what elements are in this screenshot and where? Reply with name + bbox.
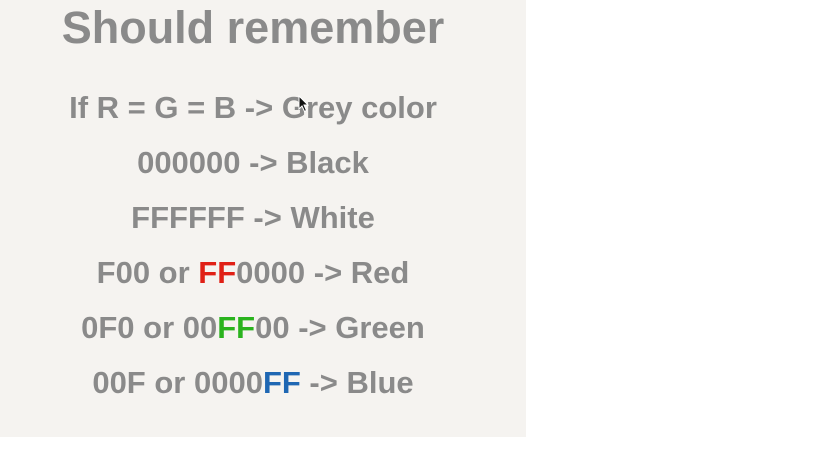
rule-blue-suffix: -> Blue: [300, 365, 414, 400]
rule-blue: 00F or 0000FF -> Blue: [0, 361, 506, 416]
rule-white-text: FFFFFF -> White: [131, 200, 375, 235]
rule-grey-text: If R = G = B -> Grey color: [69, 90, 437, 125]
rule-blue-highlight: FF: [262, 365, 301, 400]
rule-red-prefix: F00 or: [96, 255, 199, 290]
rule-black: 000000 -> Black: [0, 141, 506, 196]
slide-title: Should remember: [61, 2, 445, 53]
rule-grey: If R = G = B -> Grey color: [0, 86, 506, 141]
mouse-pointer-icon: [298, 95, 310, 113]
rule-blue-prefix: 00F or 0000: [92, 365, 263, 400]
rule-red: F00 or FF0000 -> Red: [0, 251, 506, 306]
rule-green: 0F0 or 00FF00 -> Green: [0, 306, 506, 361]
rule-green-highlight: FF: [217, 310, 256, 345]
rule-red-highlight: FF: [198, 255, 237, 290]
rule-red-suffix: 0000 -> Red: [236, 255, 410, 290]
rule-green-suffix: 00 -> Green: [255, 310, 425, 345]
rule-white: FFFFFF -> White: [0, 196, 506, 251]
rules-list: If R = G = B -> Grey color 000000 -> Bla…: [0, 86, 506, 416]
rule-black-text: 000000 -> Black: [137, 145, 369, 180]
rule-green-prefix: 0F0 or 00: [81, 310, 218, 345]
slide-panel: Should remember If R = G = B -> Grey col…: [0, 0, 526, 437]
